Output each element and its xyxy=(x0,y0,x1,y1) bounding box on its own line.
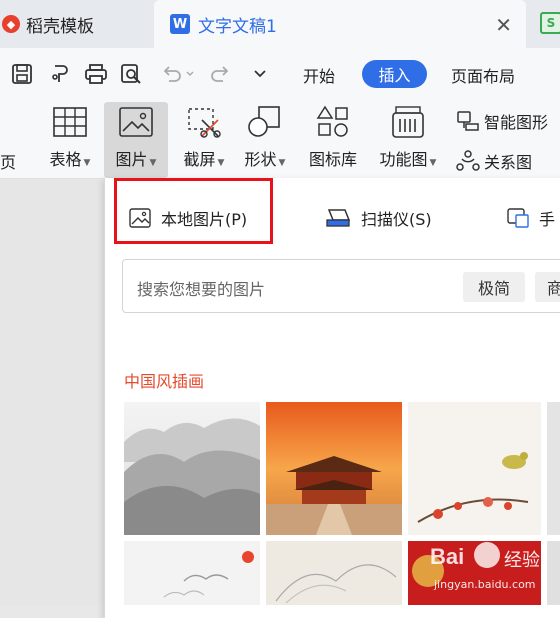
close-tab-icon[interactable]: ✕ xyxy=(495,13,512,37)
smart-graphic-icon xyxy=(456,110,480,132)
screenshot-icon xyxy=(184,102,224,142)
tab-label: 稻壳模板 xyxy=(26,16,94,37)
document-canvas[interactable] xyxy=(0,179,104,605)
scanner-label: 扫描仪(S) xyxy=(361,210,432,229)
function-chart-icon xyxy=(388,102,428,142)
screenshot-label: 截屏 xyxy=(183,150,216,169)
shape-label: 形状 xyxy=(244,150,277,169)
phone-picture-icon xyxy=(507,208,529,228)
menu-start[interactable]: 开始 xyxy=(303,62,335,88)
tag-chip-business[interactable]: 商 xyxy=(535,272,560,302)
scanner-icon xyxy=(325,208,351,228)
picture-search-box[interactable]: 搜索您想要的图片 极简 商 xyxy=(122,259,560,313)
relation-chart-icon xyxy=(456,149,480,173)
print-icon[interactable] xyxy=(84,62,108,86)
ribbon-cut-off-label[interactable]: 页 xyxy=(0,148,16,174)
picture-label: 图片 xyxy=(115,150,148,169)
thumbnail-partial[interactable] xyxy=(547,402,560,535)
thumbnail-partial[interactable] xyxy=(547,541,560,605)
chevron-down-icon: ▼ xyxy=(429,158,437,168)
picture-button[interactable]: 图片 ▼ xyxy=(104,102,168,178)
highlight-box xyxy=(114,178,273,244)
tab-docer-templates[interactable]: ◆ 稻壳模板 xyxy=(0,0,152,48)
more-dropdown-icon[interactable] xyxy=(248,62,272,86)
menu-insert[interactable]: 插入 xyxy=(362,60,427,88)
relation-chart-label: 关系图 xyxy=(484,153,533,172)
search-input[interactable]: 搜索您想要的图片 xyxy=(137,276,265,300)
thumbnail-bird-plum-blossom[interactable] xyxy=(408,402,541,535)
menu-page-layout[interactable]: 页面布局 xyxy=(451,62,515,88)
picture-icon xyxy=(116,102,156,142)
phone-picture-label: 手 xyxy=(539,210,556,229)
smart-graphic-button[interactable]: 智能图形 xyxy=(456,108,548,134)
phone-picture-option[interactable]: 手 xyxy=(507,200,555,236)
tab-document[interactable]: W 文字文稿1 ✕ xyxy=(154,0,526,48)
relation-chart-button[interactable]: 关系图 xyxy=(456,148,532,174)
quick-access-toolbar: 开始 插入 页面布局 xyxy=(0,48,560,100)
thumbnail-forbidden-city-sunset[interactable] xyxy=(266,402,402,535)
undo-dropdown-icon[interactable] xyxy=(184,62,196,86)
chevron-down-icon: ▼ xyxy=(278,158,286,168)
insert-ribbon: 页 表格 ▼ 图片 ▼ 截屏 ▼ 形状 ▼ 图标库 功能图 ▼ 智能图形 关系图 xyxy=(0,100,560,179)
shape-button[interactable]: 形状 ▼ xyxy=(238,102,292,178)
shape-icon xyxy=(245,102,285,142)
print-preview-icon[interactable] xyxy=(120,62,144,86)
icon-library-button[interactable]: 图标库 xyxy=(302,102,364,178)
function-chart-label: 功能图 xyxy=(379,150,428,169)
tab-bar: ◆ 稻壳模板 W 文字文稿1 ✕ S xyxy=(0,0,560,48)
section-title: 中国风插画 xyxy=(124,372,205,391)
thumbnail-red-pattern[interactable] xyxy=(408,541,541,605)
thumbnail-sketch[interactable] xyxy=(266,541,402,605)
undo-icon[interactable] xyxy=(160,62,184,86)
thumbnail-clouds-sun[interactable] xyxy=(124,541,260,605)
docer-logo-icon: ◆ xyxy=(2,15,20,33)
format-painter-icon[interactable] xyxy=(48,62,72,86)
save-icon[interactable] xyxy=(10,62,34,86)
chevron-down-icon: ▼ xyxy=(217,158,225,168)
redo-icon[interactable] xyxy=(208,62,232,86)
screenshot-button[interactable]: 截屏 ▼ xyxy=(176,102,232,178)
chevron-down-icon: ▼ xyxy=(149,158,157,168)
tag-chip-minimal[interactable]: 极简 xyxy=(463,272,525,302)
icon-library-label: 图标库 xyxy=(308,150,357,169)
spreadsheet-tab-icon[interactable]: S xyxy=(540,12,560,34)
chevron-down-icon: ▼ xyxy=(83,158,91,168)
table-label: 表格 xyxy=(49,150,82,169)
function-chart-button[interactable]: 功能图 ▼ xyxy=(372,102,444,178)
writer-doc-icon: W xyxy=(170,14,190,34)
icon-library-icon xyxy=(313,102,353,142)
scanner-option[interactable]: 扫描仪(S) xyxy=(325,200,432,236)
tab-label: 文字文稿1 xyxy=(198,16,277,37)
table-icon xyxy=(50,102,90,142)
table-button[interactable]: 表格 ▼ xyxy=(44,102,96,178)
thumbnail-ink-mountains[interactable] xyxy=(124,402,260,535)
smart-graphic-label: 智能图形 xyxy=(484,113,549,132)
